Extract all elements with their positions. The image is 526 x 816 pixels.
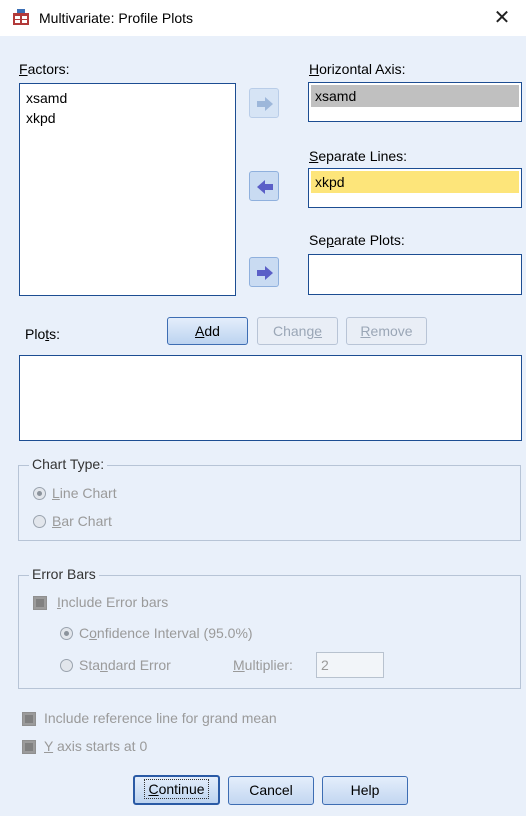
horizontal-axis-field[interactable]: xsamd [308,82,522,122]
horizontal-axis-label: Horizontal Axis: [309,61,406,77]
help-button[interactable]: Help [322,776,408,805]
factors-listbox[interactable]: xsamd xkpd [19,83,236,296]
move-to-separate-plots-button[interactable] [249,257,279,287]
line-chart-label: Line Chart [52,485,117,501]
horizontal-axis-value: xsamd [311,85,519,107]
multiplier-input[interactable]: 2 [316,652,384,678]
bar-chart-label: Bar Chart [52,513,112,529]
arrow-right-icon [257,266,273,280]
confidence-interval-label: Confidence Interval (95.0%) [79,625,253,641]
bar-chart-radio[interactable] [33,515,46,528]
y-axis-zero-label: Y axis starts at 0 [44,738,148,754]
grand-mean-label: Include reference line for grand mean [44,710,277,726]
separate-lines-value: xkpd [311,171,519,193]
cancel-button[interactable]: Cancel [228,776,314,805]
standard-error-radio[interactable] [60,659,73,672]
confidence-interval-radio[interactable] [60,627,73,640]
separate-plots-label: Separate Plots: [309,232,405,248]
error-bars-legend: Error Bars [29,566,99,582]
y-axis-zero-checkbox[interactable] [22,740,36,754]
plots-label: Plots: [25,326,61,342]
continue-button[interactable]: Continue [133,775,220,805]
spss-app-icon [12,9,30,26]
separate-plots-field[interactable] [308,254,522,295]
title-bar: Multivariate: Profile Plots ✕ [0,0,526,36]
plots-listbox[interactable] [19,355,522,441]
factor-item-xkpd[interactable]: xkpd [20,108,235,128]
window-title: Multivariate: Profile Plots [39,10,194,26]
factors-label: Factors: [19,61,70,77]
chart-type-legend: Chart Type: [29,456,108,472]
remove-button[interactable]: Remove [346,317,427,345]
arrow-left-icon [257,180,273,194]
move-separate-lines-button[interactable] [249,171,279,201]
standard-error-label: Standard Error [79,657,171,673]
close-icon[interactable]: ✕ [488,4,516,32]
separate-lines-field[interactable]: xkpd [308,168,522,208]
arrow-right-icon [257,97,273,111]
add-button[interactable]: Add [167,317,248,345]
grand-mean-checkbox[interactable] [22,712,36,726]
factor-item-xsamd[interactable]: xsamd [20,88,235,108]
move-to-horizontal-axis-button[interactable] [249,88,279,118]
separate-lines-label: Separate Lines: [309,148,408,164]
multiplier-label: Multiplier: [233,657,293,673]
chart-type-group [18,465,521,541]
separate-plots-value [311,257,519,279]
include-error-bars-checkbox[interactable] [33,596,47,610]
line-chart-radio[interactable] [33,487,46,500]
include-error-bars-label: Include Error bars [57,594,169,610]
change-button[interactable]: Change [257,317,338,345]
